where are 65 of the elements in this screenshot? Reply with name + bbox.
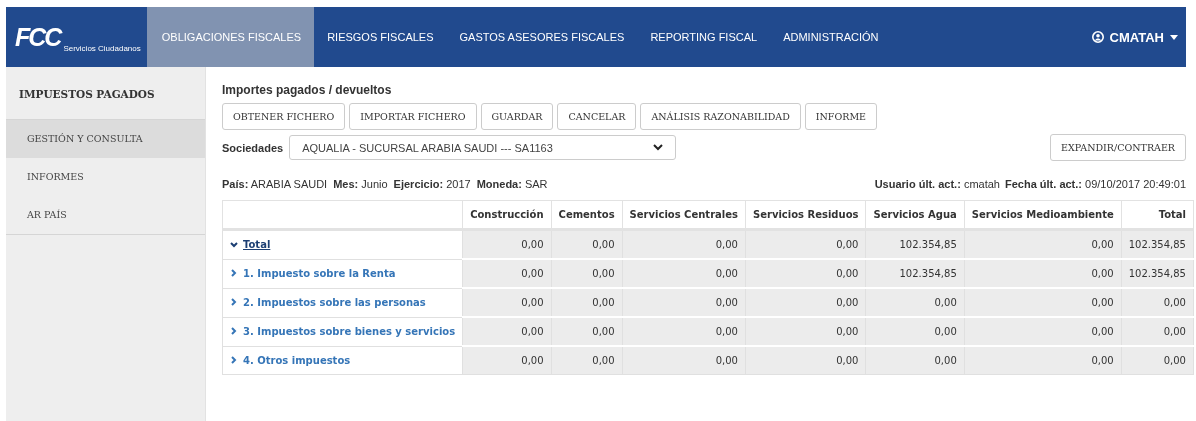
- table-cell: 0,00: [865, 346, 965, 375]
- table-cell: 0,00: [462, 346, 552, 375]
- table-cell: 0,00: [622, 259, 746, 288]
- table-cell: 0,00: [745, 229, 866, 259]
- table-cell: 0,00: [865, 317, 965, 346]
- sidebar-item[interactable]: GESTIÓN Y CONSULTA: [6, 120, 205, 158]
- table-cell: 0,00: [964, 229, 1122, 259]
- user-icon: [1091, 31, 1104, 43]
- table-cell: 102.354,85: [1121, 259, 1194, 288]
- nav-tab[interactable]: RIESGOS FISCALES: [314, 7, 447, 67]
- table-cell: 102.354,85: [865, 259, 965, 288]
- toolbar-button[interactable]: INFORME: [804, 103, 878, 130]
- sidebar-item[interactable]: AR PAÍS: [6, 196, 205, 234]
- table-cell: 0,00: [462, 288, 552, 317]
- toolbar-button[interactable]: GUARDAR: [480, 103, 554, 130]
- table-cell: 0,00: [551, 288, 623, 317]
- table-cell: 0,00: [745, 317, 866, 346]
- table-cell: 0,00: [745, 346, 866, 375]
- toolbar-button[interactable]: OBTENER FICHERO: [222, 103, 346, 130]
- sidebar-item[interactable]: INFORMES: [6, 158, 205, 196]
- table-cell: 0,00: [551, 259, 623, 288]
- logo-wordmark: FCC: [15, 22, 61, 52]
- user-menu[interactable]: CMATAH: [1091, 7, 1186, 67]
- table-cell: 0,00: [745, 288, 866, 317]
- table-cell: 0,00: [462, 229, 552, 259]
- table-cell: 0,00: [551, 346, 623, 375]
- table-cell: 0,00: [964, 346, 1122, 375]
- table-cell: 0,00: [1121, 317, 1194, 346]
- table-cell: 0,00: [462, 317, 552, 346]
- table-cell: 0,00: [551, 317, 623, 346]
- company-dropdown[interactable]: AQUALIA - SUCURSAL ARABIA SAUDI --- SA1163: [289, 135, 677, 160]
- table-cell: 0,00: [622, 229, 746, 259]
- table-cell: 0,00: [462, 259, 552, 288]
- toolbar-button[interactable]: ANÁLISIS RAZONABILIDAD: [640, 103, 801, 130]
- table-cell: 0,00: [622, 288, 746, 317]
- table-cell: 102.354,85: [865, 229, 965, 259]
- info-text: Usuario últ. act.: cmatah: [874, 178, 1000, 190]
- toolbar-button[interactable]: CANCELAR: [557, 103, 637, 130]
- nav-tab[interactable]: ADMINISTRACIÓN: [770, 7, 892, 67]
- table-cell: 0,00: [1121, 346, 1194, 375]
- caret-icon: [1170, 34, 1178, 40]
- table-cell: 0,00: [622, 317, 746, 346]
- table-cell: 0,00: [964, 259, 1122, 288]
- nav-tab[interactable]: GASTOS ASESORES FISCALES: [446, 7, 638, 67]
- table-cell: 0,00: [865, 288, 965, 317]
- field-label: Sociedades: [222, 141, 284, 154]
- table-cell: 0,00: [551, 229, 623, 259]
- table-cell: 102.354,85: [1121, 229, 1194, 259]
- chevron-down-icon: [653, 144, 664, 151]
- expand-collapse-button[interactable]: EXPANDIR/CONTRAER: [1050, 134, 1186, 161]
- table-cell: 0,00: [964, 317, 1122, 346]
- info-text: País: ARABIA SAUDI: [222, 178, 328, 190]
- toolbar-button[interactable]: IMPORTAR FICHERO: [349, 103, 477, 130]
- table-cell: 0,00: [622, 346, 746, 375]
- page-title: Importes pagados / devueltos: [222, 83, 393, 97]
- info-text: Fecha últ. act.: 09/10/2017 20:49:01: [1005, 178, 1186, 190]
- logo-tagline: Servicios Ciudadanos: [63, 44, 141, 53]
- nav-tab[interactable]: REPORTING FISCAL: [637, 7, 771, 67]
- info-text: Ejercicio: 2017: [393, 178, 471, 190]
- info-text: Moneda: SAR: [476, 178, 548, 190]
- info-text: Mes: Junio: [333, 178, 388, 190]
- table-cell: 0,00: [1121, 288, 1194, 317]
- table-cell: 0,00: [964, 288, 1122, 317]
- row-toggle-link[interactable]: Total: [230, 239, 271, 250]
- table-cell: 0,00: [745, 259, 866, 288]
